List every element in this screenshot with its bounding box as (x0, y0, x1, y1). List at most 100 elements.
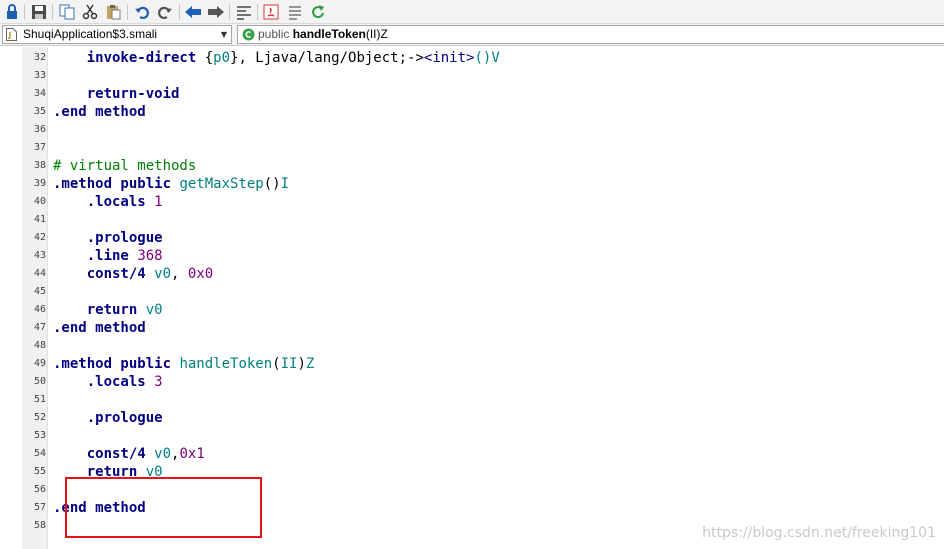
highlight-box (65, 477, 262, 538)
code-line[interactable]: 36 (0, 121, 944, 139)
line-number: 53 (33, 430, 46, 441)
code-line[interactable]: 32 invoke-direct {p0}, Ljava/lang/Object… (0, 49, 944, 67)
toolbar-separator (179, 4, 180, 20)
code-line[interactable]: 34 return-void (0, 85, 944, 103)
code-token: { (196, 50, 214, 66)
redo-icon[interactable] (156, 3, 174, 21)
code-text: return-void (53, 85, 180, 103)
line-number: 49 (33, 358, 46, 369)
code-line[interactable]: 44 const/4 v0, 0x0 (0, 265, 944, 283)
toolbar (0, 0, 944, 24)
code-token: return-void (86, 86, 180, 102)
code-text: .prologue (53, 229, 163, 247)
code-line[interactable]: 41 (0, 211, 944, 229)
file-combo-label: ShuqiApplication$3.smali (23, 27, 158, 41)
code-line[interactable]: 52 .prologue (0, 409, 944, 427)
line-number: 32 (33, 52, 46, 63)
method-combo[interactable]: public handleToken(II)Z (237, 25, 944, 44)
line-number: 45 (33, 286, 46, 297)
code-line[interactable]: 37 (0, 139, 944, 157)
line-number: 40 (33, 196, 46, 207)
line-number: 42 (33, 232, 46, 243)
code-line[interactable]: 49 .method public handleToken(II)Z (0, 355, 944, 373)
undo-icon[interactable] (133, 3, 151, 21)
paste-icon[interactable] (104, 3, 122, 21)
code-token: .method public (53, 356, 172, 372)
back-icon[interactable] (184, 3, 202, 21)
code-token: Z (305, 356, 315, 372)
code-line[interactable]: 35 .end method (0, 103, 944, 121)
code-line[interactable]: 46 return v0 (0, 301, 944, 319)
code-token: .end method (53, 104, 146, 120)
code-text: .end method (53, 319, 146, 337)
code-token: .locals (86, 374, 146, 390)
java-icon[interactable] (262, 3, 280, 21)
code-line[interactable]: 42 .prologue (0, 229, 944, 247)
line-number: 38 (33, 160, 46, 171)
method-combo-label: public handleToken(II)Z (258, 26, 388, 43)
code-token: I (280, 176, 290, 192)
code-text: const/4 v0,0x1 (53, 445, 205, 463)
line-number: 56 (33, 484, 46, 495)
refresh-icon[interactable] (309, 3, 327, 21)
code-line[interactable]: 39 .method public getMaxStep()I (0, 175, 944, 193)
code-token: ()V (474, 50, 500, 66)
code-token: .locals (86, 194, 146, 210)
toolbar-separator (127, 4, 128, 20)
forward-icon[interactable] (207, 3, 225, 21)
line-number: 36 (33, 124, 46, 135)
format-icon[interactable] (235, 3, 253, 21)
line-number: 55 (33, 466, 46, 477)
code-line[interactable]: 51 (0, 391, 944, 409)
file-combo[interactable]: ShuqiApplication$3.smali ▼ (2, 25, 232, 44)
code-line[interactable]: 54 const/4 v0,0x1 (0, 445, 944, 463)
line-number: 35 (33, 106, 46, 117)
toolbar-separator (52, 4, 53, 20)
line-number: 51 (33, 394, 46, 405)
line-number: 44 (33, 268, 46, 279)
line-number: 52 (33, 412, 46, 423)
line-number: 50 (33, 376, 46, 387)
method-signature: (II)Z (365, 27, 388, 41)
copy-icon[interactable] (58, 3, 76, 21)
line-number: 39 (33, 178, 46, 189)
code-line[interactable]: 47 .end method (0, 319, 944, 337)
code-line[interactable]: 53 (0, 427, 944, 445)
code-line[interactable]: 48 (0, 337, 944, 355)
lock-icon[interactable] (3, 3, 21, 21)
code-token: handleToken (179, 356, 273, 372)
code-token: p0 (213, 50, 231, 66)
code-line[interactable]: 50 .locals 3 (0, 373, 944, 391)
cut-icon[interactable] (81, 3, 99, 21)
code-line[interactable]: 38 # virtual methods (0, 157, 944, 175)
toolbar-separator (24, 4, 25, 20)
list-icon[interactable] (286, 3, 304, 21)
code-text: .locals 3 (53, 373, 163, 391)
code-text: .prologue (53, 409, 163, 427)
line-number: 34 (33, 88, 46, 99)
save-icon[interactable] (30, 3, 48, 21)
code-line[interactable]: 33 (0, 67, 944, 85)
code-token: , (171, 266, 188, 282)
line-number: 37 (33, 142, 46, 153)
method-modifier: public (258, 27, 290, 41)
code-line[interactable]: 45 (0, 283, 944, 301)
method-name: handleToken (292, 27, 366, 41)
code-line[interactable]: 40 .locals 1 (0, 193, 944, 211)
code-token: () (263, 176, 281, 192)
code-token: .prologue (86, 410, 163, 426)
code-editor[interactable]: 32 invoke-direct {p0}, Ljava/lang/Object… (0, 47, 944, 549)
code-line[interactable]: 43 .line 368 (0, 247, 944, 265)
line-number: 43 (33, 250, 46, 261)
